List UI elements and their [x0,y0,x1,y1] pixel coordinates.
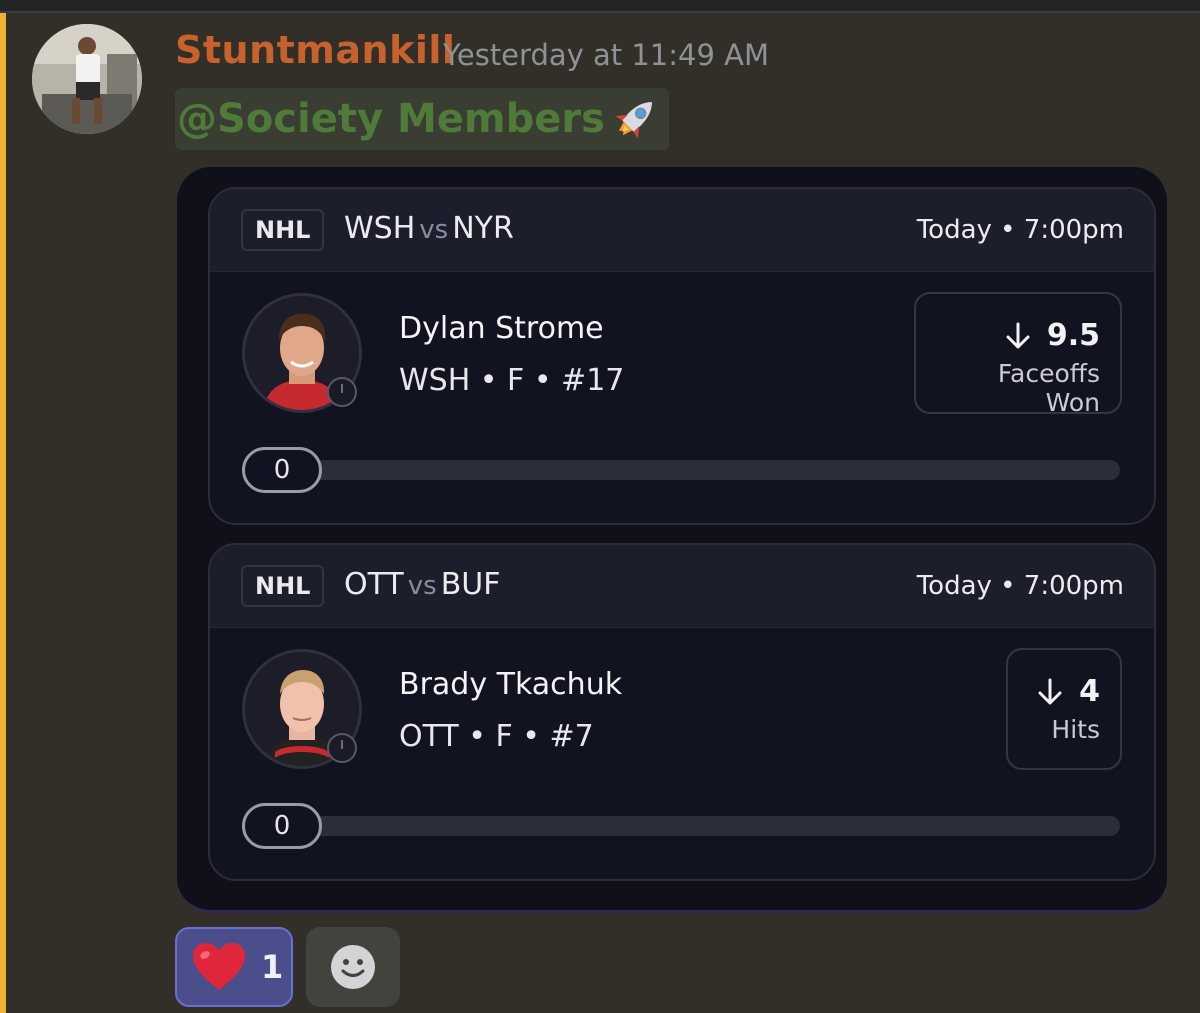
mention-highlight-bar [0,13,6,1013]
progress-track [282,816,1120,836]
vs-label: vs [407,571,437,601]
prop-stat-label: Hits [1051,715,1100,744]
embed-card: NHL WSH vs NYR Today • 7:00pm Dylan Strome… [177,167,1167,913]
home-team: WSH [344,211,416,246]
game-time: Today • 7:00pm [916,215,1124,245]
role-mention[interactable]: @Society Members [175,88,669,150]
progress-bar: 0 [242,803,1120,849]
league-badge: NHL [241,209,325,251]
arrow-down-icon [1038,678,1062,704]
matchup: WSH vs NYR [344,211,514,246]
username[interactable]: Stuntmankill [175,28,455,72]
add-reaction-button[interactable] [306,927,400,1007]
prop-line-value: 4 [1079,674,1100,709]
prop-card[interactable]: NHL OTT vs BUF Today • 7:00pm Brady Tkachu… [208,543,1156,881]
prop-card[interactable]: NHL WSH vs NYR Today • 7:00pm Dylan Strome… [208,187,1156,525]
progress-bar: 0 [242,447,1120,493]
role-mention-text: @Society Members [177,96,605,142]
league-badge: NHL [241,565,325,607]
prop-line-box[interactable]: 9.5 Faceoffs Won [914,292,1122,417]
player-meta: OTT • F • #7 [399,719,594,754]
progress-value: 0 [242,447,322,493]
matchup: OTT vs BUF [344,567,500,602]
clock-icon [327,377,357,407]
progress-value: 0 [242,803,322,849]
user-avatar[interactable] [32,24,142,134]
vs-label: vs [419,215,449,245]
progress-track [282,460,1120,480]
heart-icon [193,943,245,990]
card-header: NHL WSH vs NYR Today • 7:00pm [210,189,1154,272]
clock-icon [327,733,357,763]
prop-stat-label: Faceoffs Won [997,359,1100,417]
rocket-icon [615,102,652,139]
arrow-down-icon [1006,322,1030,348]
home-team: OTT [344,567,404,602]
player-meta: WSH • F • #17 [399,363,625,398]
smiley-icon [331,945,375,989]
player-name: Brady Tkachuk [399,667,623,702]
top-bar [0,0,1200,13]
away-team: BUF [440,567,501,602]
card-header: NHL OTT vs BUF Today • 7:00pm [210,545,1154,628]
prop-line-value: 9.5 [1046,318,1100,353]
message-timestamp: Yesterday at 11:49 AM [443,38,770,72]
prop-line-box[interactable]: 4 Hits [1006,648,1122,770]
player-name: Dylan Strome [399,311,604,346]
reaction-heart[interactable]: 1 [175,927,293,1007]
away-team: NYR [452,211,514,246]
reaction-count: 1 [261,948,284,986]
game-time: Today • 7:00pm [916,571,1124,601]
